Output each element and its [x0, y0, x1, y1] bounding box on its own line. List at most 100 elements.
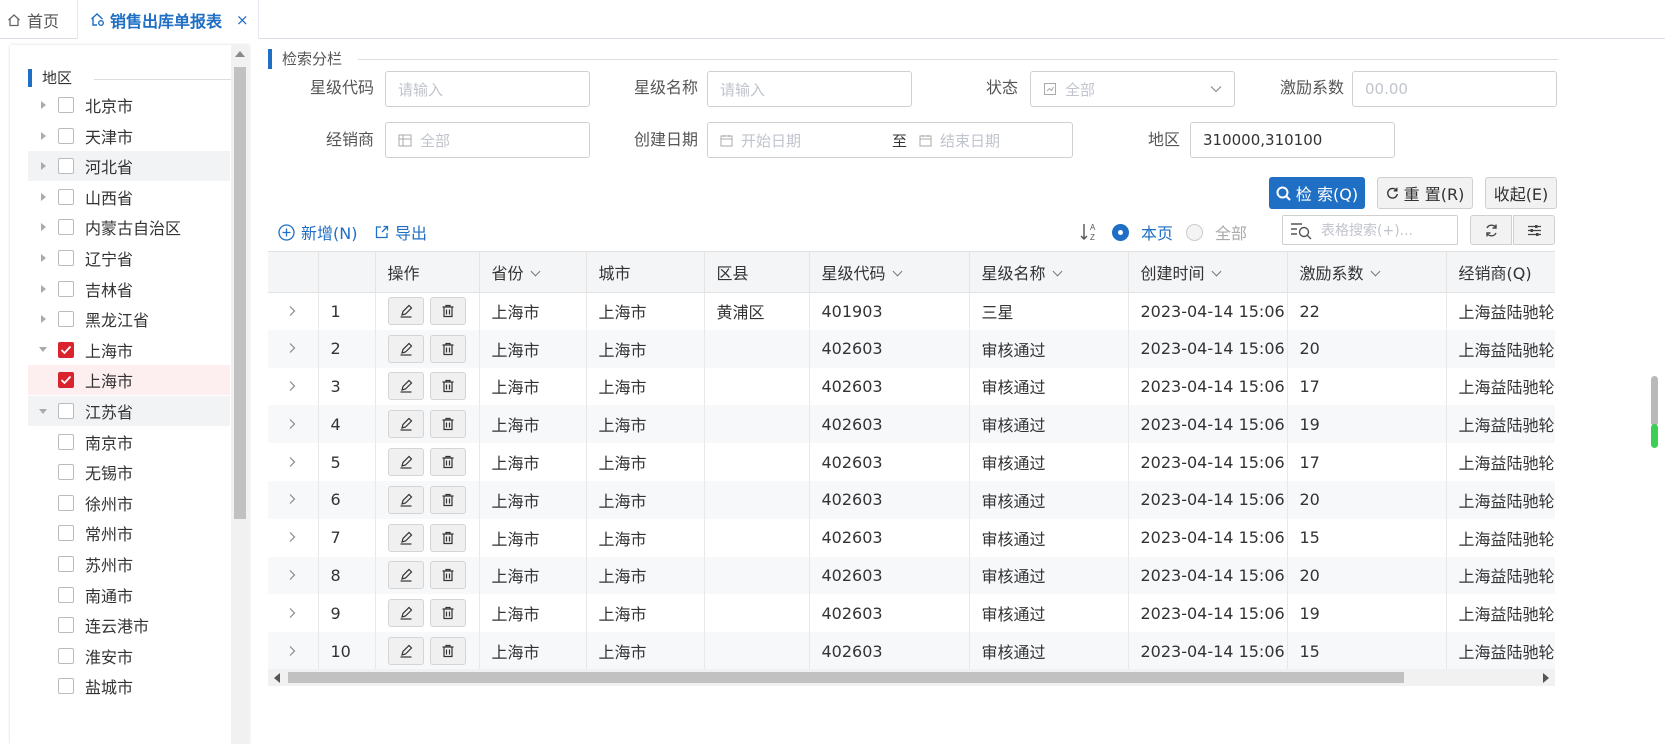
scroll-right-icon[interactable] [1543, 673, 1549, 683]
checkbox[interactable] [58, 127, 74, 144]
chevron-down-icon[interactable] [1052, 266, 1062, 277]
delete-icon[interactable] [429, 372, 466, 401]
tree-scrollbar-thumb[interactable] [234, 67, 246, 519]
caret-right-icon[interactable] [36, 312, 50, 326]
reset-button[interactable]: 重 置(R) [1377, 177, 1473, 209]
row-expand-icon[interactable] [268, 405, 319, 444]
incentive-input[interactable]: 00.00 [1352, 71, 1557, 107]
checkbox[interactable] [58, 617, 74, 634]
row-expand-icon[interactable] [268, 292, 319, 330]
edit-icon[interactable] [387, 410, 424, 439]
table-row[interactable]: 5 上海市 上海市 402603 审核通过 2023-04-14 15:06 17 上海益陆驰… [268, 443, 1555, 481]
delete-icon[interactable] [429, 334, 466, 363]
tree-node[interactable]: 连云港市 [28, 610, 230, 640]
delete-icon[interactable] [429, 410, 466, 439]
col-province-header[interactable]: 省份 [479, 252, 587, 293]
chevron-down-icon[interactable] [530, 266, 540, 277]
checkbox[interactable] [58, 494, 74, 511]
tab-sales-outbound-report[interactable]: 销售出库单报表 × [78, 0, 259, 39]
delete-icon[interactable] [429, 599, 466, 628]
tree-node[interactable]: 南京市 [28, 427, 230, 457]
tree-scrollbar[interactable] [231, 45, 249, 744]
row-expand-icon[interactable] [268, 518, 319, 557]
tree-node[interactable]: 黑龙江省 [28, 304, 230, 334]
tree-node[interactable]: 常州市 [28, 518, 230, 548]
caret-down-icon[interactable] [36, 343, 50, 357]
tree-node[interactable]: 苏州市 [28, 549, 230, 579]
date-range-picker[interactable]: 开始日期 至 结束日期 [707, 122, 1073, 158]
refresh-table-button[interactable] [1470, 215, 1512, 245]
chevron-down-icon[interactable] [1211, 266, 1221, 277]
caret-down-icon[interactable] [36, 404, 50, 418]
table-row[interactable]: 2 上海市 上海市 402603 审核通过 2023-04-14 15:06 20 上海益陆驰… [268, 329, 1555, 368]
tree-node[interactable]: 南通市 [28, 580, 230, 610]
edit-icon[interactable] [387, 297, 424, 326]
row-expand-icon[interactable] [268, 329, 319, 368]
tree-node[interactable]: 辽宁省 [28, 243, 230, 273]
edit-icon[interactable] [387, 599, 424, 628]
horizontal-scrollbar-thumb[interactable] [288, 672, 1404, 683]
edit-icon[interactable] [387, 637, 424, 666]
table-row[interactable]: 6 上海市 上海市 402603 审核通过 2023-04-14 15:06 20 上海益陆驰… [268, 480, 1555, 519]
page-vertical-scroll-indicator[interactable] [1651, 376, 1659, 450]
tree-node[interactable]: 无锡市 [28, 457, 230, 487]
checkbox[interactable] [58, 280, 74, 297]
star-name-input[interactable]: 请输入 [707, 71, 912, 107]
caret-right-icon[interactable] [36, 282, 50, 296]
tree-node[interactable]: 淮安市 [28, 641, 230, 671]
caret-right-icon[interactable] [36, 251, 50, 265]
table-row[interactable]: 4 上海市 上海市 402603 审核通过 2023-04-14 15:06 19 上海益陆驰… [268, 405, 1555, 444]
tree-node[interactable]: 上海市 [28, 365, 230, 396]
checkbox[interactable] [58, 188, 74, 205]
date-start-input[interactable]: 开始日期 [720, 130, 880, 151]
table-row[interactable]: 9 上海市 上海市 402603 审核通过 2023-04-14 15:06 19 上海益陆驰… [268, 594, 1555, 633]
checkbox[interactable] [58, 250, 74, 266]
delete-icon[interactable] [429, 485, 466, 514]
tree-node[interactable]: 吉林省 [28, 274, 230, 304]
tree-node[interactable]: 山西省 [28, 182, 230, 212]
edit-icon[interactable] [387, 448, 424, 477]
row-expand-icon[interactable] [268, 632, 319, 669]
row-expand-icon[interactable] [268, 480, 319, 519]
row-expand-icon[interactable] [268, 594, 319, 633]
star-code-input[interactable]: 请输入 [385, 71, 590, 107]
radio-all[interactable]: 全部 [1186, 221, 1247, 243]
checkbox[interactable] [58, 403, 74, 419]
caret-right-icon[interactable] [36, 220, 50, 234]
checkbox[interactable] [58, 433, 74, 450]
status-select[interactable]: 全部 [1030, 71, 1235, 107]
checkbox[interactable] [58, 311, 74, 328]
delete-icon[interactable] [429, 637, 466, 666]
search-button[interactable]: 检 索(Q) [1269, 177, 1365, 209]
caret-right-icon[interactable] [36, 159, 50, 173]
tree-node[interactable]: 天津市 [28, 121, 230, 151]
edit-icon[interactable] [387, 334, 424, 363]
add-button[interactable]: 新增(N) [278, 221, 357, 243]
checkbox-checked-icon[interactable] [58, 341, 74, 358]
table-row[interactable]: 7 上海市 上海市 402603 审核通过 2023-04-14 15:06 15 上海益陆驰… [268, 518, 1555, 557]
close-tab-icon[interactable]: × [236, 11, 249, 29]
checkbox[interactable] [58, 678, 74, 695]
col-star-code-header[interactable]: 星级代码 [809, 252, 970, 293]
date-end-input[interactable]: 结束日期 [919, 130, 1000, 151]
row-expand-icon[interactable] [268, 443, 319, 481]
tree-node[interactable]: 徐州市 [28, 488, 230, 518]
checkbox[interactable] [58, 97, 74, 113]
delete-icon[interactable] [429, 561, 466, 590]
chevron-down-icon[interactable] [892, 266, 902, 277]
col-created-time-header[interactable]: 创建时间 [1128, 252, 1288, 293]
tree-node[interactable]: 江苏省 [28, 396, 230, 426]
checkbox[interactable] [58, 586, 74, 603]
radio-this-page[interactable]: 本页 [1112, 221, 1173, 243]
collapse-button[interactable]: 收起(E) [1485, 177, 1557, 209]
checkbox[interactable] [58, 647, 74, 664]
vertical-scroll-thumb[interactable] [1651, 376, 1658, 426]
checkbox[interactable] [58, 556, 74, 572]
col-incentive-header[interactable]: 激励系数 [1287, 252, 1447, 293]
checkbox[interactable] [58, 219, 74, 236]
edit-icon[interactable] [387, 372, 424, 401]
edit-icon[interactable] [387, 523, 424, 552]
export-button[interactable]: 导出 [375, 221, 427, 243]
table-row[interactable]: 10 上海市 上海市 402603 审核通过 2023-04-14 15:06 15 上海益陆… [268, 632, 1555, 669]
edit-icon[interactable] [387, 561, 424, 590]
